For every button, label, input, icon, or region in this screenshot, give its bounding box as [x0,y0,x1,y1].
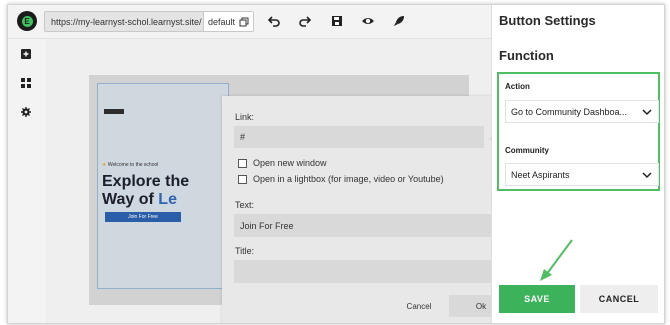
welcome-text: ★ Welcome to the school [102,162,159,168]
open-new-window-checkbox[interactable] [238,158,247,168]
version-label: default [207,16,235,27]
link-dialog: Link: # Open new window Open in a lightb… [222,96,528,323]
site-url: https://my-learnyst-schol.learnyst.site/ [51,16,202,27]
version-selector[interactable]: default [202,12,253,31]
open-lightbox-row[interactable]: Open in a lightbox (for image, video or … [238,174,444,184]
left-sidebar [8,39,46,323]
annotation-arrow-icon [540,239,573,281]
open-new-window-label: Open new window [253,158,327,168]
app-logo[interactable]: E [17,11,37,31]
undo-icon[interactable] [267,14,281,28]
button-settings-panel: Button Settings Function Action Go to Co… [491,5,664,323]
editor-canvas[interactable]: ★ Welcome to the school Explore the Way … [46,39,528,323]
app-frame: E https://my-learnyst-schol.learnyst.sit… [7,4,665,324]
preview-icon[interactable] [361,14,375,28]
save-icon[interactable] [330,14,344,28]
title-input[interactable] [234,260,514,283]
widgets-icon[interactable] [21,78,31,88]
copy-icon[interactable] [239,17,249,27]
link-input[interactable]: # [234,126,484,148]
title-label: Title: [235,246,255,256]
open-lightbox-label: Open in a lightbox (for image, video or … [253,174,444,184]
join-button-preview[interactable]: Join For Free [105,212,181,222]
publish-icon[interactable] [392,14,406,28]
text-input[interactable]: Join For Free [234,214,514,237]
text-label: Text: [235,200,255,210]
top-toolbar: E https://my-learnyst-schol.learnyst.sit… [8,5,491,39]
save-button[interactable]: SAVE [499,285,575,313]
cancel-button[interactable]: CANCEL [580,285,658,313]
open-lightbox-checkbox[interactable] [238,174,247,184]
hero-headline: Explore the Way of Le [102,173,190,208]
link-label: Link: [235,112,255,122]
open-new-window-row[interactable]: Open new window [238,158,327,168]
add-icon[interactable] [21,49,31,59]
site-url-bar: https://my-learnyst-schol.learnyst.site/… [44,11,254,32]
settings-icon[interactable] [21,107,31,117]
section-handle[interactable] [104,109,124,114]
dialog-cancel-button[interactable]: Cancel [394,295,444,317]
redo-icon[interactable] [298,14,312,28]
